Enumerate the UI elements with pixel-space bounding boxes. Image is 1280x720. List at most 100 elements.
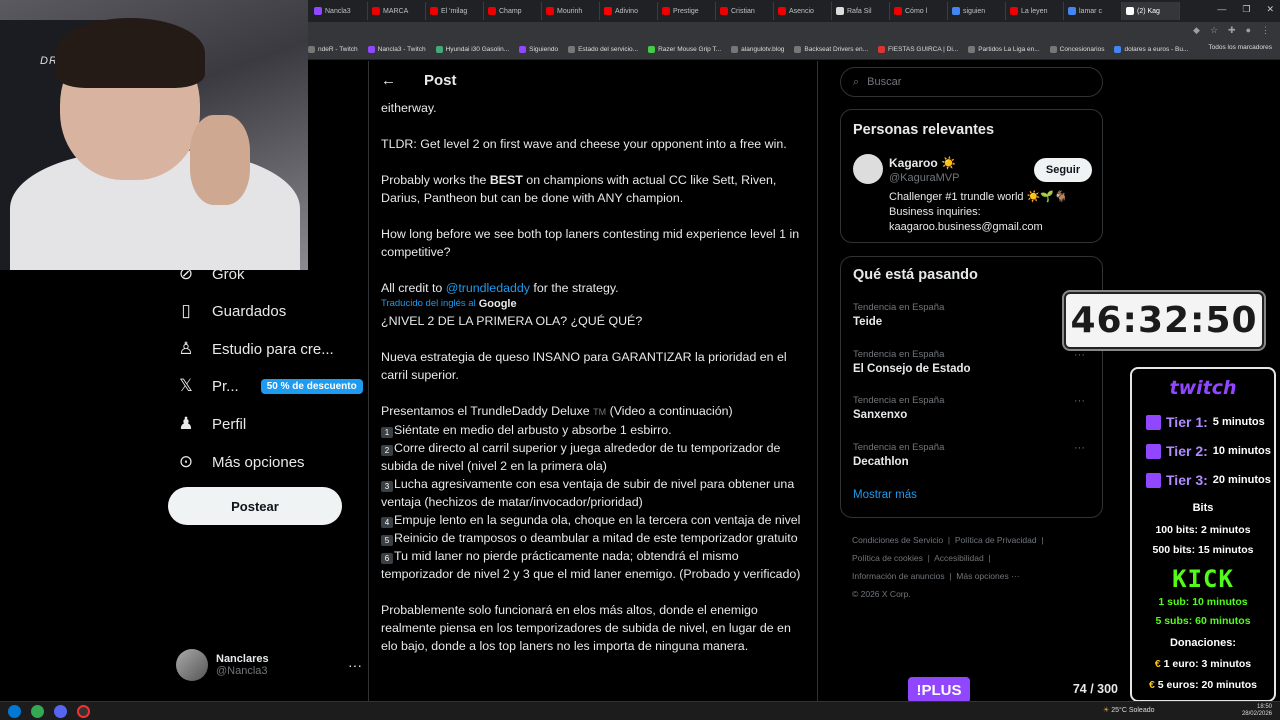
windows-start-icon[interactable] <box>8 705 21 718</box>
nav-profile[interactable]: ♟ Perfil <box>176 414 246 434</box>
bookmark[interactable]: dolares a euros - Bu... <box>1114 46 1188 53</box>
bookmark[interactable]: Razer Mouse Grip T... <box>648 46 721 53</box>
post-button[interactable]: Postear <box>168 487 342 525</box>
user-handle: @KaguraMVP <box>889 172 960 184</box>
weather-widget[interactable]: ☀ 25°C Soleado <box>1103 706 1155 714</box>
discord-icon[interactable] <box>54 705 67 718</box>
follow-button[interactable]: Seguir <box>1034 158 1092 182</box>
close-icon[interactable]: ✕ <box>1266 4 1274 15</box>
user-name[interactable]: Kagaroo ☀️ <box>889 156 956 170</box>
donation-line: € 1 euro: 3 minutos <box>1154 658 1252 670</box>
profile-icon: ♟ <box>178 414 194 433</box>
command-counter: 74 / 300 <box>1072 682 1118 696</box>
twitch-icon <box>519 46 527 53</box>
more-icon[interactable]: ··· <box>1074 349 1085 361</box>
avatar[interactable] <box>853 154 883 184</box>
footer-link[interactable]: Información de anuncios <box>852 571 945 581</box>
browser-tab[interactable]: Mourinh <box>542 2 600 20</box>
discount-badge: 50 % de descuento <box>260 378 363 394</box>
browser-tab[interactable]: Prestige <box>658 2 716 20</box>
browser-tab[interactable]: lamar c <box>1064 2 1122 20</box>
copyright: © 2026 X Corp. <box>852 589 911 599</box>
browser-tab[interactable]: Adivino <box>600 2 658 20</box>
footer-link[interactable]: Política de cookies <box>852 553 923 563</box>
nav-bookmarks[interactable]: ▯ Guardados <box>176 301 286 321</box>
browser-tab-active[interactable]: (2) Kag <box>1122 2 1180 20</box>
bookmark-icon <box>308 46 315 53</box>
browser-tab[interactable]: Cómo l <box>890 2 948 20</box>
footer-link[interactable]: Más opciones ··· <box>956 571 1019 581</box>
footer-link[interactable]: Condiciones de Servicio <box>852 535 943 545</box>
bookmark[interactable]: Partidos La Liga en... <box>968 46 1040 53</box>
news-favicon-icon <box>1010 7 1018 15</box>
card-title: Qué está pasando <box>853 267 978 283</box>
more-circle-icon: ⊙ <box>178 452 194 471</box>
browser-tab[interactable]: Rafa Sil <box>832 2 890 20</box>
post-paragraph: Presentamos el TrundleDaddy Deluxe TM (V… <box>381 404 733 418</box>
browser-tab[interactable]: Cristian <box>716 2 774 20</box>
right-sidebar: ⌕ Buscar Personas relevantes Kagaroo ☀️ … <box>840 61 1103 701</box>
profile-icon[interactable]: ● <box>1246 25 1251 36</box>
keycap-number-icon: 3 <box>381 481 393 492</box>
system-clock[interactable]: 18:50 28/02/2026 <box>1242 704 1272 718</box>
browser-tab[interactable]: Nancla3 <box>310 2 368 20</box>
menu-icon[interactable]: ⋮ <box>1261 25 1270 36</box>
more-icon[interactable]: ··· <box>1074 442 1085 454</box>
twitch-icon <box>1146 414 1161 430</box>
browser-tab[interactable]: El 'milag <box>426 2 484 20</box>
minimize-icon[interactable]: — <box>1217 4 1226 15</box>
trend-item[interactable]: Tendencia en España Sanxenxo ··· <box>853 395 1093 421</box>
browser-tab[interactable]: Asencio <box>774 2 832 20</box>
translation-note[interactable]: Traducido del inglés al Google <box>381 298 809 310</box>
trend-item[interactable]: Tendencia en España Teide <box>853 302 1093 328</box>
avatar <box>176 649 208 681</box>
show-more-link[interactable]: Mostrar más <box>853 489 917 501</box>
all-bookmarks[interactable]: Todos los marcadores <box>1208 44 1272 51</box>
bookmark-icon: ▯ <box>181 301 191 320</box>
bookmark[interactable]: FIESTAS GUIRCA | Di... <box>878 46 958 53</box>
bookmark[interactable]: Concesionarios <box>1049 46 1104 53</box>
user-bio: Challenger #1 trundle world ☀️🌱🐐 Busines… <box>889 191 1068 233</box>
bits-line: 100 bits: 2 minutos <box>1155 524 1251 536</box>
browser-tab[interactable]: siguien <box>948 2 1006 20</box>
nav-premium[interactable]: 𝕏 Pr... 50 % de descuento <box>176 376 363 396</box>
chrome-icon[interactable] <box>31 705 44 718</box>
extension-icon[interactable]: ◆ <box>1193 25 1200 36</box>
nav-creator-studio[interactable]: ♙ Estudio para cre... <box>176 339 333 359</box>
twitch-icon <box>1146 472 1161 488</box>
browser-tab[interactable]: Champ <box>484 2 542 20</box>
star-icon[interactable]: ☆ <box>1210 25 1218 36</box>
list-item: 1 Siéntate en medio del arbusto y absorbe… <box>381 421 809 439</box>
subathon-timer: 46:32:50 <box>1064 292 1264 349</box>
back-arrow-icon[interactable]: ← <box>381 72 396 89</box>
footer-links: Condiciones de Servicio | Política de Pr… <box>852 531 1102 603</box>
browser-tab[interactable]: MARCA <box>368 2 426 20</box>
more-icon[interactable]: ··· <box>348 657 362 673</box>
bookmark[interactable]: Nancla3 - Twitch <box>367 46 426 53</box>
puzzle-icon[interactable]: ✚ <box>1228 25 1236 36</box>
footer-link[interactable]: Política de Privacidad <box>955 535 1037 545</box>
nav-more-options[interactable]: ⊙ Más opciones <box>176 452 305 472</box>
trend-item[interactable]: Tendencia en España El Consejo de Estado… <box>853 349 1093 375</box>
obs-icon[interactable] <box>77 705 90 718</box>
bookmark[interactable]: alangulotv.blog <box>731 46 784 53</box>
bookmark[interactable]: ndeR - Twitch <box>308 46 358 53</box>
maximize-icon[interactable]: ❐ <box>1242 4 1250 15</box>
trend-item[interactable]: Tendencia en España Decathlon ··· <box>853 442 1093 468</box>
more-icon[interactable]: ··· <box>1074 395 1085 407</box>
bookmark[interactable]: Estado del servicio... <box>568 46 638 53</box>
bookmark[interactable]: Backseat Drivers en... <box>794 46 868 53</box>
account-switcher[interactable]: Nanclares @Nancla3 ··· <box>176 649 362 681</box>
browser-tab[interactable]: La leyen <box>1006 2 1064 20</box>
creator-studio-icon: ♙ <box>178 339 194 358</box>
search-input[interactable]: ⌕ Buscar <box>840 67 1103 97</box>
window-controls: — ❐ ✕ <box>1217 4 1274 15</box>
bookmark[interactable]: Hyundai i30 Gasolin... <box>435 46 509 53</box>
post-column: ← Post eitherway. TLDR: Get level 2 on f… <box>368 61 818 701</box>
bookmark[interactable]: Siguiendo <box>519 46 558 53</box>
youtube-favicon-icon <box>604 7 612 15</box>
mention-link[interactable]: @trundledaddy <box>446 281 530 295</box>
footer-link[interactable]: Accesibilidad <box>934 553 984 563</box>
news-favicon-icon <box>894 7 902 15</box>
post-paragraph: All credit to @trundledaddy for the stra… <box>381 281 619 295</box>
